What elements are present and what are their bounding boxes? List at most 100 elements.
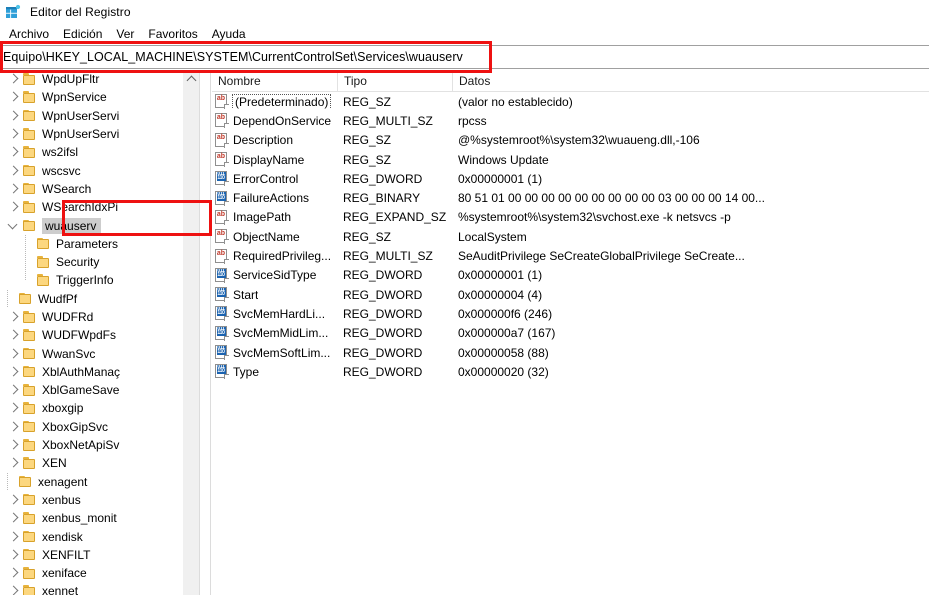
registry-values-list[interactable]: Nombre Tipo Datos ab (Predeterminado) REG_… — [212, 70, 929, 595]
chevron-right-icon[interactable] — [6, 565, 22, 581]
value-row[interactable]: ab (Predeterminado) REG_SZ (valor no establ… — [212, 92, 929, 111]
tree-item-xen[interactable]: XEN — [0, 454, 199, 472]
chevron-right-icon[interactable] — [6, 71, 22, 87]
chevron-right-icon[interactable] — [6, 547, 22, 563]
tree-item-wpnservice[interactable]: WpnService — [0, 88, 199, 106]
value-row[interactable]: 011 110 Start REG_DWORD 0x00000004 (4) — [212, 285, 929, 304]
menu-item-favoritos[interactable]: Favoritos — [141, 25, 204, 43]
tree-item-xblauthmana-[interactable]: XblAuthManaç — [0, 363, 199, 381]
chevron-right-icon[interactable] — [6, 400, 22, 416]
value-row[interactable]: 011 110 SvcMemSoftLim... REG_DWORD 0x0000005… — [212, 343, 929, 362]
chevron-down-icon[interactable] — [6, 218, 22, 234]
tree-item-wudfwpdfs[interactable]: WUDFWpdFs — [0, 326, 199, 344]
value-name-cell[interactable]: ab RequiredPrivileg... — [212, 248, 337, 264]
value-row[interactable]: 011 110 Type REG_DWORD 0x00000020 (32) — [212, 362, 929, 381]
tree-item-xenfilt[interactable]: XENFILT — [0, 546, 199, 564]
tree-item-xeniface[interactable]: xeniface — [0, 564, 199, 582]
column-header-datos[interactable]: Datos — [452, 70, 929, 91]
tree-item-wpnuserservi[interactable]: WpnUserServi — [0, 125, 199, 143]
chevron-right-icon[interactable] — [6, 529, 22, 545]
scroll-up-arrow-icon[interactable] — [183, 70, 199, 87]
chevron-right-icon[interactable] — [6, 181, 22, 197]
chevron-right-icon[interactable] — [6, 510, 22, 526]
tree-item-xenbus[interactable]: xenbus — [0, 491, 199, 509]
value-name-cell[interactable]: ab DependOnService — [212, 113, 337, 129]
value-name-cell[interactable]: ab ObjectName — [212, 229, 337, 245]
tree-item-xennet[interactable]: xennet — [0, 582, 199, 595]
chevron-right-icon[interactable] — [6, 327, 22, 343]
tree-vertical-scrollbar[interactable] — [182, 70, 199, 595]
value-row[interactable]: ab DisplayName REG_SZ Windows Update — [212, 150, 929, 169]
chevron-right-icon[interactable] — [6, 108, 22, 124]
tree-item-wudfrd[interactable]: WUDFRd — [0, 308, 199, 326]
value-name-cell[interactable]: ab (Predeterminado) — [212, 94, 337, 110]
value-row[interactable]: ab ObjectName REG_SZ LocalSystem — [212, 227, 929, 246]
menu-item-edicion[interactable]: Edición — [56, 25, 109, 43]
chevron-right-icon[interactable] — [6, 455, 22, 471]
tree-item-parameters[interactable]: Parameters — [0, 234, 199, 253]
value-name-cell[interactable]: 011 110 FailureActions — [212, 190, 337, 206]
value-name-cell[interactable]: 011 110 Start — [212, 287, 337, 303]
chevron-right-icon[interactable] — [6, 309, 22, 325]
chevron-right-icon[interactable] — [6, 346, 22, 362]
tree-item-xendisk[interactable]: xendisk — [0, 527, 199, 545]
tree-item-wsearch[interactable]: WSearch — [0, 180, 199, 198]
chevron-right-icon[interactable] — [6, 163, 22, 179]
column-header-nombre[interactable]: Nombre — [212, 70, 337, 91]
menu-item-ver[interactable]: Ver — [109, 25, 141, 43]
column-header-tipo[interactable]: Tipo — [337, 70, 452, 91]
tree-item-xboxgip[interactable]: xboxgip — [0, 399, 199, 417]
value-name-cell[interactable]: 011 110 SvcMemSoftLim... — [212, 345, 337, 360]
tree-item-security[interactable]: Security — [0, 253, 199, 272]
value-name-cell[interactable]: ab ImagePath — [212, 209, 337, 225]
tree-item-wpdupfltr[interactable]: WpdUpFltr — [0, 70, 199, 88]
chevron-right-icon[interactable] — [6, 437, 22, 453]
value-name-cell[interactable]: 011 110 SvcMemHardLi... — [212, 306, 337, 322]
chevron-right-icon[interactable] — [6, 419, 22, 435]
folder-icon — [22, 109, 38, 123]
value-row[interactable]: 011 110 SvcMemMidLim... REG_DWORD 0x000000a7… — [212, 324, 929, 343]
chevron-right-icon[interactable] — [6, 144, 22, 160]
tree-item-wwansvc[interactable]: WwanSvc — [0, 344, 199, 362]
value-row[interactable]: ab RequiredPrivileg... REG_MULTI_SZ SeAudit… — [212, 246, 929, 265]
tree-item-wuauserv[interactable]: wuauserv — [0, 216, 199, 234]
registry-path-bar[interactable]: Equipo\HKEY_LOCAL_MACHINE\SYSTEM\Current… — [0, 45, 929, 69]
chevron-right-icon[interactable] — [6, 583, 22, 595]
chevron-right-icon[interactable] — [6, 126, 22, 142]
value-name-cell[interactable]: 011 110 SvcMemMidLim... — [212, 325, 337, 341]
value-row[interactable]: 011 110 ServiceSidType REG_DWORD 0x00000001 … — [212, 266, 929, 285]
value-name-cell[interactable]: ab Description — [212, 132, 337, 148]
menu-item-archivo[interactable]: Archivo — [2, 25, 56, 43]
value-name-cell[interactable]: 011 110 ServiceSidType — [212, 267, 337, 283]
value-row[interactable]: ab ImagePath REG_EXPAND_SZ %systemroot%\sys… — [212, 208, 929, 227]
chevron-right-icon[interactable] — [6, 89, 22, 105]
value-name-cell[interactable]: 011 110 Type — [212, 364, 337, 380]
value-row[interactable]: 011 110 ErrorControl REG_DWORD 0x00000001 (1… — [212, 169, 929, 188]
value-name-cell[interactable]: 011 110 ErrorControl — [212, 171, 337, 187]
registry-key-tree[interactable]: WpdUpFltr WpnService WpnUserServi WpnUserSe… — [0, 70, 199, 595]
value-row[interactable]: ab DependOnService REG_MULTI_SZ rpcss — [212, 111, 929, 130]
chevron-right-icon[interactable] — [6, 492, 22, 508]
pane-splitter[interactable] — [199, 70, 211, 595]
chevron-right-icon[interactable] — [6, 199, 22, 215]
tree-item-triggerinfo[interactable]: TriggerInfo — [0, 271, 199, 289]
value-name-cell[interactable]: ab DisplayName — [212, 152, 337, 168]
tree-item-wpnuserservi[interactable]: WpnUserServi — [0, 107, 199, 125]
tree-item-ws2ifsl[interactable]: ws2ifsl — [0, 143, 199, 161]
tree-item-wudfpf[interactable]: WudfPf — [0, 289, 199, 308]
value-row[interactable]: 011 110 FailureActions REG_BINARY 80 51 01 0… — [212, 188, 929, 207]
tree-item-wsearchidxpi[interactable]: WSearchIdxPi — [0, 198, 199, 216]
tree-item-xenagent[interactable]: xenagent — [0, 472, 199, 491]
chevron-right-icon[interactable] — [6, 382, 22, 398]
tree-item-xboxnetapisv[interactable]: XboxNetApiSv — [0, 436, 199, 454]
tree-item-xenbus-monit[interactable]: xenbus_monit — [0, 509, 199, 527]
registry-path-text[interactable]: Equipo\HKEY_LOCAL_MACHINE\SYSTEM\Current… — [3, 50, 463, 64]
value-row[interactable]: ab Description REG_SZ @%systemroot%\system3… — [212, 131, 929, 150]
value-name-text: ObjectName — [233, 229, 300, 244]
tree-item-wscsvc[interactable]: wscsvc — [0, 161, 199, 179]
tree-item-xblgamesave[interactable]: XblGameSave — [0, 381, 199, 399]
value-row[interactable]: 011 110 SvcMemHardLi... REG_DWORD 0x000000f6… — [212, 304, 929, 323]
menu-item-ayuda[interactable]: Ayuda — [205, 25, 253, 43]
tree-item-xboxgipsvc[interactable]: XboxGipSvc — [0, 418, 199, 436]
chevron-right-icon[interactable] — [6, 364, 22, 380]
